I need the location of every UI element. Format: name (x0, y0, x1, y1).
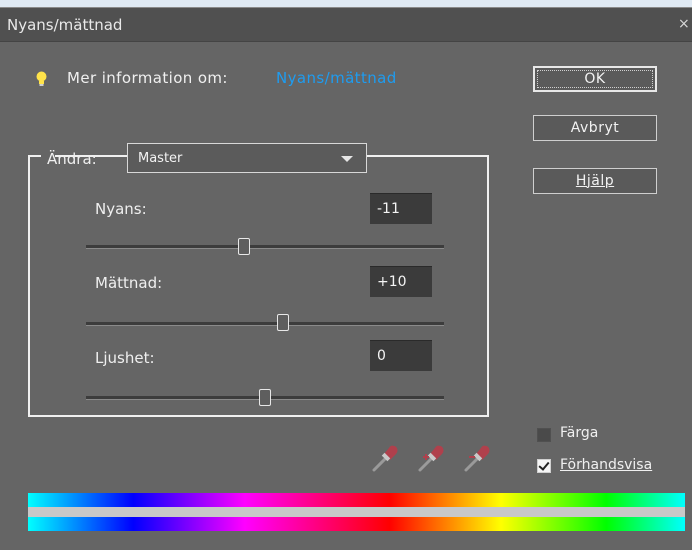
input-hue-spectrum-bar (28, 493, 685, 507)
hue-label: Nyans: (95, 200, 147, 218)
ok-button[interactable]: OK (533, 66, 657, 92)
close-icon[interactable]: × (678, 16, 692, 32)
lightness-slider-thumb[interactable] (259, 389, 271, 406)
colorize-label[interactable]: Färga (560, 425, 598, 441)
lightness-label: Ljushet: (95, 349, 155, 367)
help-button[interactable]: Hjälp (533, 168, 657, 194)
edit-channel-select[interactable]: Master (127, 143, 367, 173)
edit-channel-value: Master (138, 151, 183, 166)
eyedropper-icon[interactable] (370, 443, 400, 473)
eyedropper-plus-icon[interactable] (416, 443, 446, 473)
window-title: Nyans/mättnad (7, 16, 123, 34)
title-bar: Nyans/mättnad × (0, 8, 692, 42)
colorize-checkbox[interactable] (537, 428, 551, 442)
eyedropper-minus-icon[interactable] (462, 443, 492, 473)
lightbulb-icon (36, 71, 47, 86)
hue-input[interactable]: -11 (370, 193, 432, 224)
lightness-input[interactable]: 0 (370, 340, 432, 371)
edit-group-legend: Ändra: Master (41, 143, 367, 175)
cancel-button[interactable]: Avbryt (533, 115, 657, 141)
output-hue-spectrum-bar (28, 517, 685, 531)
hue-saturation-dialog: Nyans/mättnad × Mer information om: Nyan… (0, 7, 692, 550)
saturation-slider-track[interactable] (86, 322, 444, 326)
hue-slider-thumb[interactable] (238, 238, 250, 255)
chevron-down-icon (341, 156, 353, 162)
saturation-slider-thumb[interactable] (277, 314, 289, 331)
edit-label: Ändra: (47, 150, 97, 168)
preview-label[interactable]: Förhandsvisa (560, 457, 652, 473)
more-info-label: Mer information om: (67, 69, 228, 87)
saturation-label: Mättnad: (95, 274, 163, 292)
more-info-link[interactable]: Nyans/mättnad (276, 69, 397, 87)
hue-slider-track[interactable] (86, 245, 444, 249)
saturation-input[interactable]: +10 (370, 266, 432, 297)
preview-checkbox[interactable] (537, 459, 551, 473)
hue-range-band (28, 507, 685, 517)
